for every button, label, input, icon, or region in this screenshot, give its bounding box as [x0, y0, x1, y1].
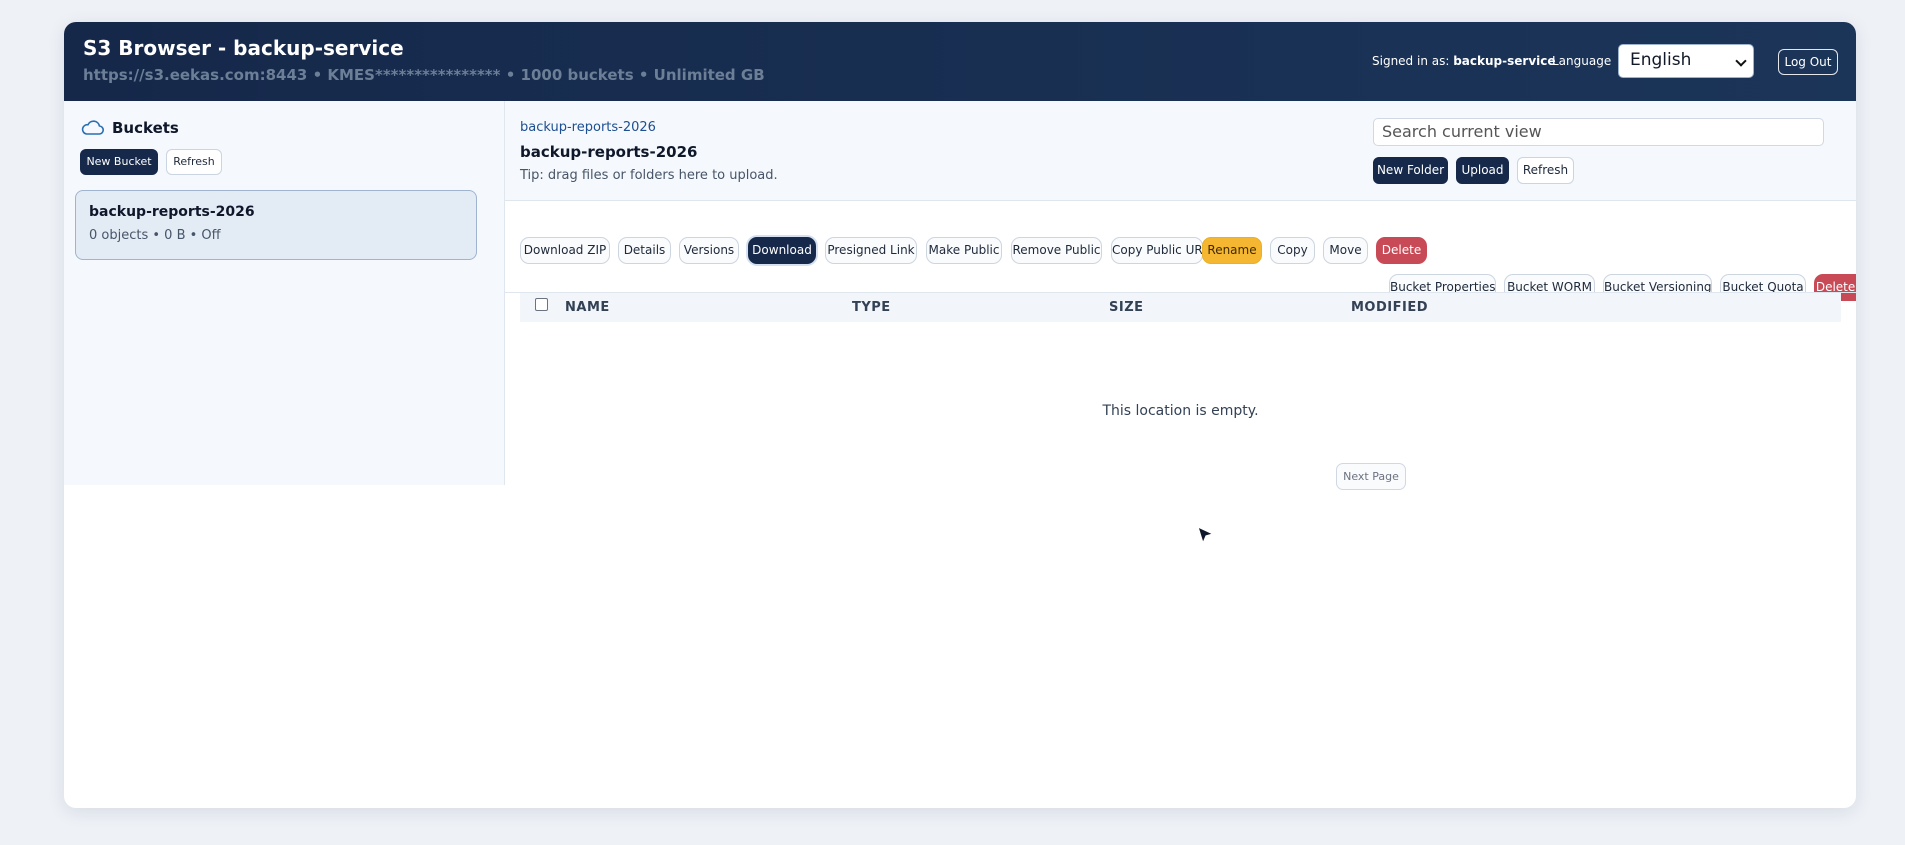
- delete-button[interactable]: Delete: [1376, 237, 1427, 264]
- language-value: English: [1630, 50, 1692, 70]
- logout-button[interactable]: Log Out: [1778, 49, 1838, 75]
- copy-public-url-button[interactable]: Copy Public URL: [1111, 237, 1209, 264]
- search-input[interactable]: Search current view: [1373, 118, 1824, 146]
- column-modified[interactable]: MODIFIED: [1351, 300, 1428, 315]
- refresh-button[interactable]: Refresh: [1517, 157, 1574, 184]
- sidebar-refresh-button[interactable]: Refresh: [166, 149, 222, 175]
- bucket-item[interactable]: backup-reports-2026 0 objects • 0 B • Of…: [75, 190, 477, 260]
- empty-state-message: This location is empty.: [1102, 403, 1259, 419]
- mouse-cursor-icon: [1197, 526, 1214, 544]
- download-button[interactable]: Download: [748, 237, 816, 264]
- location-header: backup-reports-2026 backup-reports-2026 …: [505, 101, 1856, 201]
- presigned-link-button[interactable]: Presigned Link: [825, 237, 917, 264]
- column-type[interactable]: TYPE: [852, 300, 891, 315]
- versions-button[interactable]: Versions: [679, 237, 739, 264]
- bucket-meta: 0 objects • 0 B • Off: [89, 228, 221, 243]
- location-title: backup-reports-2026: [520, 143, 698, 161]
- app-title: S3 Browser - backup-service: [83, 36, 404, 60]
- make-public-button[interactable]: Make Public: [926, 237, 1002, 264]
- app-window: S3 Browser - backup-service https://s3.e…: [64, 22, 1856, 808]
- move-button[interactable]: Move: [1323, 237, 1368, 264]
- details-button[interactable]: Details: [618, 237, 671, 264]
- signed-in-label: Signed in as:: [1372, 54, 1450, 68]
- main-panel: backup-reports-2026 backup-reports-2026 …: [505, 101, 1856, 485]
- upload-tip: Tip: drag files or folders here to uploa…: [520, 168, 778, 183]
- app-header: S3 Browser - backup-service https://s3.e…: [64, 22, 1856, 101]
- language-label: Language: [1552, 54, 1612, 68]
- download-zip-button[interactable]: Download ZIP: [520, 237, 610, 264]
- sidebar: Buckets New Bucket Refresh backup-report…: [64, 101, 505, 485]
- language-select[interactable]: English: [1618, 44, 1754, 78]
- new-bucket-button[interactable]: New Bucket: [80, 149, 158, 175]
- bucket-name: backup-reports-2026: [89, 204, 255, 220]
- signed-in-user: backup-service: [1453, 54, 1556, 68]
- cloud-icon: [81, 120, 104, 135]
- copy-button[interactable]: Copy: [1270, 237, 1315, 264]
- connection-summary: https://s3.eekas.com:8443 • KMES********…: [83, 66, 765, 84]
- new-folder-button[interactable]: New Folder: [1373, 157, 1448, 184]
- remove-public-button[interactable]: Remove Public: [1011, 237, 1102, 264]
- sidebar-title: Buckets: [112, 119, 179, 137]
- column-name[interactable]: NAME: [565, 300, 610, 315]
- breadcrumb[interactable]: backup-reports-2026: [520, 120, 656, 135]
- chevron-down-icon: [1735, 55, 1747, 67]
- upload-button[interactable]: Upload: [1456, 157, 1509, 184]
- column-size[interactable]: SIZE: [1109, 300, 1144, 315]
- table-header: NAME TYPE SIZE MODIFIED: [520, 293, 1841, 322]
- select-all-checkbox[interactable]: [535, 298, 548, 311]
- signed-in-info: Signed in as: backup-service: [1372, 54, 1556, 68]
- next-page-button[interactable]: Next Page: [1336, 463, 1406, 490]
- rename-button[interactable]: Rename: [1202, 237, 1262, 264]
